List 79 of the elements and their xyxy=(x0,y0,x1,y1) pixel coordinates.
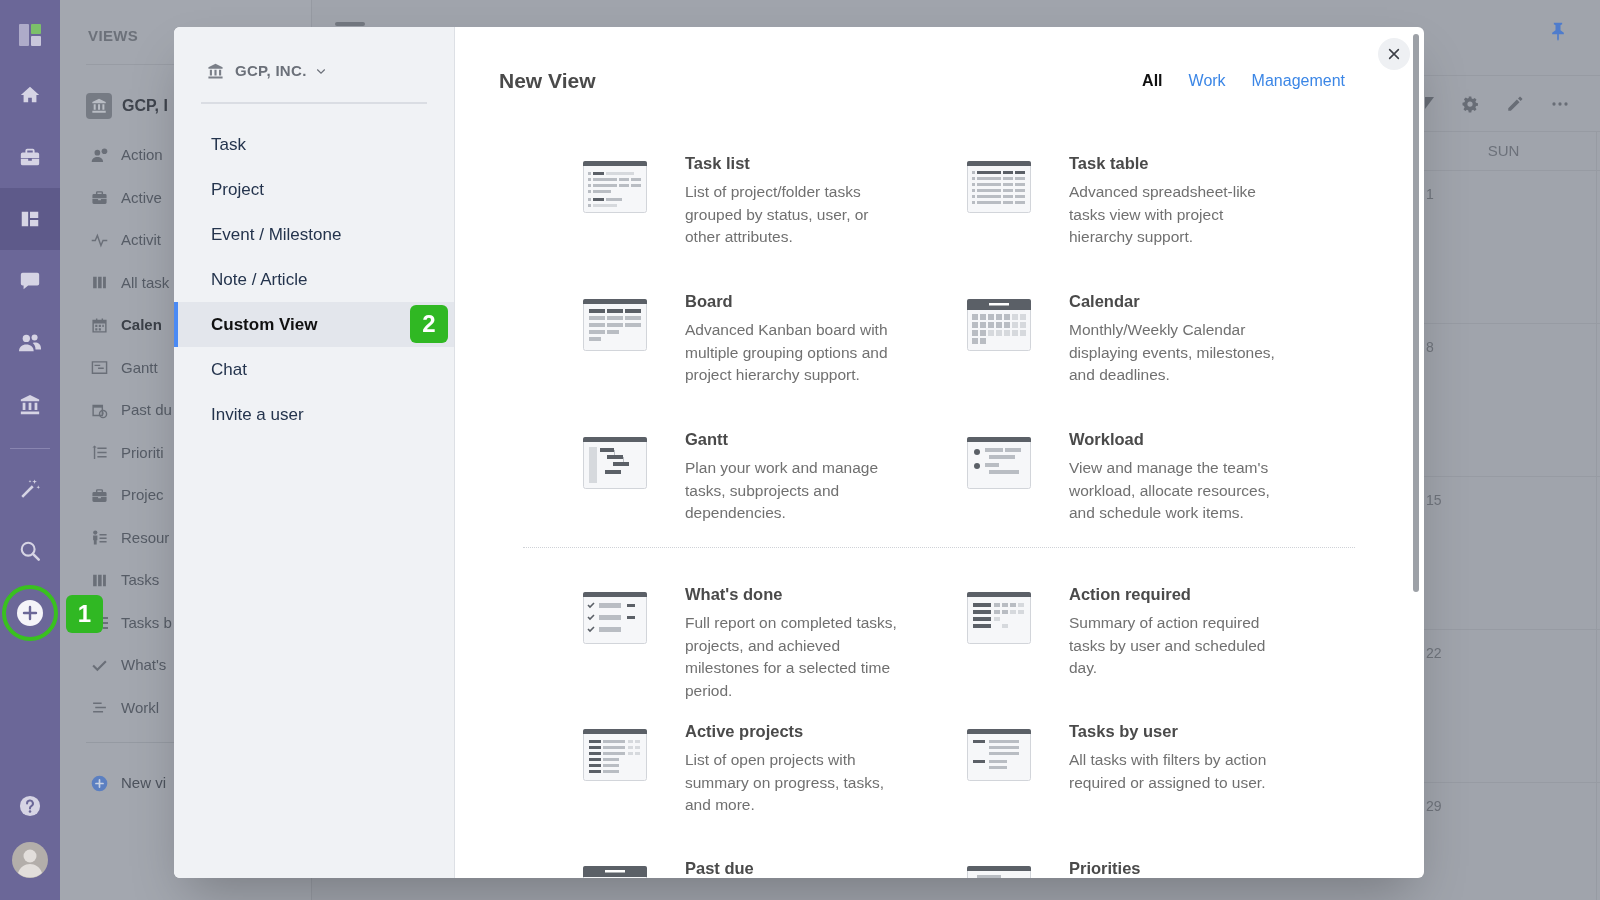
filter-tab[interactable]: All xyxy=(1142,69,1163,93)
briefcase-icon[interactable] xyxy=(19,146,41,168)
calendar-icon xyxy=(91,316,108,334)
close-button[interactable] xyxy=(1378,38,1410,70)
menu-item[interactable]: Project xyxy=(211,176,264,203)
add-circle-icon[interactable] xyxy=(91,774,108,792)
view-option-description: Advanced spreadsheet-like tasks view with project hierarchy support. xyxy=(1069,182,1257,247)
bank-icon xyxy=(207,62,224,80)
menu-item[interactable]: Note / Article xyxy=(211,266,308,293)
grouped-list-icon[interactable] xyxy=(967,729,1031,781)
filter-tab[interactable]: Work xyxy=(1188,69,1226,93)
view-option-description: List of project/folder tasks grouped by status, user, or other attributes. xyxy=(685,182,870,247)
view-option-description: Summary of action required tasks by user and scheduled day. xyxy=(1069,613,1267,678)
workspace-name[interactable]: GCP, I xyxy=(122,94,168,118)
gantt-chart-icon[interactable] xyxy=(583,437,647,489)
tiles-logo-icon[interactable] xyxy=(18,23,42,47)
briefcase-icon xyxy=(91,486,108,504)
close-icon xyxy=(1387,47,1401,61)
sorted-list-icon xyxy=(91,444,108,462)
table-rows-icon[interactable] xyxy=(583,729,647,781)
list-window-icon[interactable] xyxy=(583,161,647,213)
view-option-description: Advanced Kanban board with multiple grouping options and project hierarchy support. xyxy=(685,320,889,385)
chat-bubble-icon[interactable] xyxy=(19,270,41,292)
bank-icon[interactable] xyxy=(19,394,41,416)
workspace-switcher[interactable]: GCP, INC. xyxy=(235,59,307,83)
view-option-title[interactable]: Workload xyxy=(1069,429,1284,449)
view-option-title[interactable]: Action required xyxy=(1069,584,1284,604)
pulse-icon xyxy=(91,231,108,249)
menu-item[interactable]: Event / Milestone xyxy=(211,221,342,248)
view-option-title[interactable]: Calendar xyxy=(1069,291,1284,311)
view-option-title[interactable]: Task list xyxy=(685,153,900,173)
search-icon[interactable] xyxy=(19,540,41,562)
menu-item[interactable]: Custom View xyxy=(211,311,318,338)
view-option-description: Plan your work and manage tasks, subprojects and dependencies. xyxy=(685,458,879,523)
scrollbar-thumb[interactable] xyxy=(1413,34,1419,592)
menu-item[interactable]: Task xyxy=(211,131,246,158)
settings-icon[interactable] xyxy=(1461,94,1479,113)
people-icon[interactable] xyxy=(19,332,41,354)
menu-item[interactable]: Invite a user xyxy=(211,401,304,428)
view-option-title[interactable]: Task table xyxy=(1069,153,1284,173)
menu-item[interactable]: Chat xyxy=(211,356,247,383)
grid-table-icon[interactable] xyxy=(967,592,1031,644)
board-columns-icon[interactable] xyxy=(583,299,647,351)
checklist-icon[interactable] xyxy=(583,592,647,644)
view-option-description: All tasks with filters by action required or assigned to user. xyxy=(1069,750,1268,793)
list-with-dots-icon[interactable] xyxy=(967,437,1031,489)
view-option-title[interactable]: Board xyxy=(685,291,900,311)
calendar-icon[interactable] xyxy=(967,299,1031,351)
window-header-icon[interactable] xyxy=(967,866,1031,878)
gantt-icon xyxy=(91,359,108,377)
filter-tab[interactable]: Management xyxy=(1251,69,1345,93)
list-lines-icon xyxy=(103,615,108,630)
add-button-icon[interactable] xyxy=(17,600,43,626)
view-option-description: Monthly/Weekly Calendar displaying events, milestones, and deadlines. xyxy=(1069,320,1276,385)
view-option-title[interactable]: Active projects xyxy=(685,721,900,741)
pencil-icon[interactable] xyxy=(1506,94,1524,113)
tab-indicator xyxy=(335,22,365,26)
view-option-description: View and manage the team's workload, allocate resources, and schedule work items. xyxy=(1069,458,1271,523)
view-option-title[interactable]: Priorities xyxy=(1069,858,1141,878)
window-header-icon[interactable] xyxy=(583,866,647,878)
table-window-icon[interactable] xyxy=(967,161,1031,213)
person-list-icon xyxy=(91,529,108,547)
selected-nav-item[interactable] xyxy=(0,188,60,250)
view-option-title[interactable]: Tasks by user xyxy=(1069,721,1284,741)
briefcase-icon xyxy=(91,189,108,207)
view-option-title[interactable]: Past due xyxy=(685,858,754,878)
view-option-description: List of open projects with summary on progress, tasks, and more. xyxy=(685,750,885,815)
dialog-title: New View xyxy=(499,68,596,95)
bank-icon xyxy=(86,93,112,119)
view-option-title[interactable]: Gantt xyxy=(685,429,900,449)
step-badge: 1 xyxy=(66,595,103,633)
help-icon[interactable] xyxy=(19,795,41,817)
magic-wand-icon[interactable] xyxy=(19,478,41,500)
user-alert-icon xyxy=(91,146,108,164)
view-option-title[interactable]: What's done xyxy=(685,584,900,604)
view-item[interactable]: Calen xyxy=(121,314,162,337)
view-option-description: Full report on completed tasks, projects, and achieved milestones for a selected time period. xyxy=(685,613,898,701)
avatar-icon[interactable] xyxy=(12,842,48,878)
step-badge: 2 xyxy=(410,305,448,343)
